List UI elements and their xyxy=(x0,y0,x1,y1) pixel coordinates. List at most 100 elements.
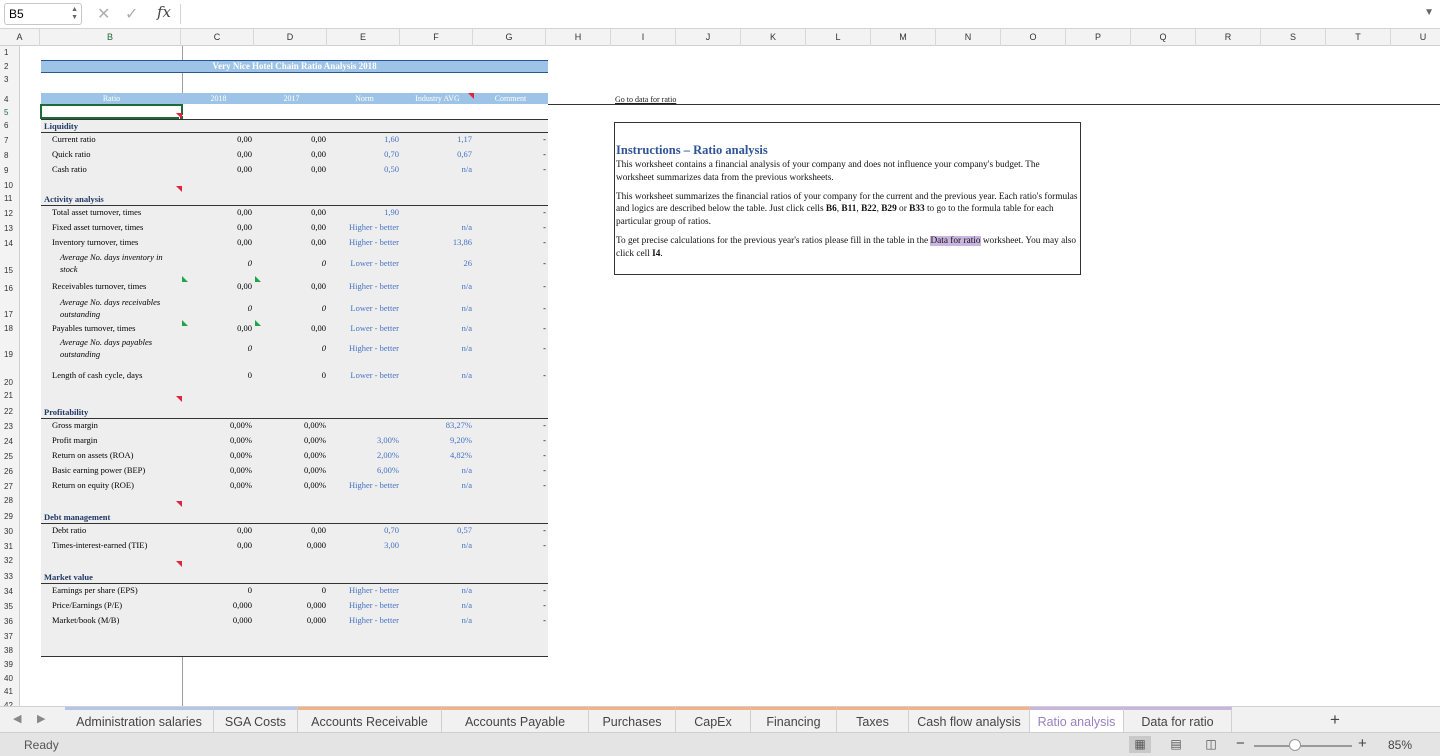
sheet-tab-financing[interactable]: Financing xyxy=(751,707,837,732)
column-header-m[interactable]: M xyxy=(871,29,936,46)
page-break-icon[interactable]: ◫ xyxy=(1200,736,1222,753)
zoom-slider-thumb[interactable] xyxy=(1289,739,1301,751)
row-header-17[interactable]: 17 xyxy=(0,310,19,319)
column-header-j[interactable]: J xyxy=(676,29,741,46)
row-header-4[interactable]: 4 xyxy=(0,95,19,104)
row-header-20[interactable]: 20 xyxy=(0,378,19,387)
row-header-7[interactable]: 7 xyxy=(0,136,19,145)
row-header-12[interactable]: 12 xyxy=(0,209,19,218)
row-header-14[interactable]: 14 xyxy=(0,239,19,248)
row-header-1[interactable]: 1 xyxy=(0,48,19,57)
sheet-tab-cash-flow-analysis[interactable]: Cash flow analysis xyxy=(909,707,1030,732)
row-header-18[interactable]: 18 xyxy=(0,324,19,333)
column-header-o[interactable]: O xyxy=(1001,29,1066,46)
sheet-tab-taxes[interactable]: Taxes xyxy=(837,707,909,732)
comment-marker[interactable] xyxy=(176,396,182,402)
row-header-5[interactable]: 5 xyxy=(0,108,19,117)
row-header-37[interactable]: 37 xyxy=(0,632,19,641)
column-header-r[interactable]: R xyxy=(1196,29,1261,46)
column-header-p[interactable]: P xyxy=(1066,29,1131,46)
row-header-32[interactable]: 32 xyxy=(0,556,19,565)
link-cell-b11[interactable]: B11 xyxy=(841,204,856,214)
row-header-6[interactable]: 6 xyxy=(0,121,19,130)
sheet-tab-accounts-receivable[interactable]: Accounts Receivable xyxy=(298,707,442,732)
column-header-c[interactable]: C xyxy=(181,29,254,46)
row-header-9[interactable]: 9 xyxy=(0,166,19,175)
link-cell-b33[interactable]: B33 xyxy=(909,204,925,214)
row-header-28[interactable]: 28 xyxy=(0,496,19,505)
row-header-23[interactable]: 23 xyxy=(0,422,19,431)
column-header-k[interactable]: K xyxy=(741,29,806,46)
column-header-q[interactable]: Q xyxy=(1131,29,1196,46)
row-header-19[interactable]: 19 xyxy=(0,350,19,359)
previous-sheet-icon[interactable]: ◀ xyxy=(13,712,21,725)
row-header-40[interactable]: 40 xyxy=(0,674,19,683)
selected-cell[interactable] xyxy=(40,104,183,119)
column-header-s[interactable]: S xyxy=(1261,29,1326,46)
column-header-d[interactable]: D xyxy=(254,29,327,46)
name-box[interactable]: B5 ▲ ▼ xyxy=(4,3,82,25)
row-header-22[interactable]: 22 xyxy=(0,407,19,416)
sheet-tab-sga-costs[interactable]: SGA Costs xyxy=(214,707,298,732)
row-header-29[interactable]: 29 xyxy=(0,512,19,521)
sheet-tab-data-for-ratio[interactable]: Data for ratio xyxy=(1124,707,1232,732)
error-indicator[interactable] xyxy=(255,320,261,326)
row-header-38[interactable]: 38 xyxy=(0,646,19,655)
row-header-2[interactable]: 2 xyxy=(0,62,19,71)
row-header-41[interactable]: 41 xyxy=(0,687,19,696)
column-header-e[interactable]: E xyxy=(327,29,400,46)
row-header-25[interactable]: 25 xyxy=(0,452,19,461)
row-header-3[interactable]: 3 xyxy=(0,75,19,84)
error-indicator[interactable] xyxy=(182,276,188,282)
row-header-15[interactable]: 15 xyxy=(0,266,19,275)
worksheet-grid[interactable]: Very Nice Hotel Chain Ratio Analysis 201… xyxy=(20,46,1440,706)
row-header-36[interactable]: 36 xyxy=(0,617,19,626)
row-header-21[interactable]: 21 xyxy=(0,391,19,400)
row-header-34[interactable]: 34 xyxy=(0,587,19,596)
check-icon[interactable]: ✓ xyxy=(125,4,138,24)
row-header-10[interactable]: 10 xyxy=(0,181,19,190)
zoom-out-icon[interactable]: − xyxy=(1236,735,1245,752)
plus-icon[interactable]: + xyxy=(1330,710,1340,730)
column-header-g[interactable]: G xyxy=(473,29,546,46)
data-for-ratio-link[interactable]: Data for ratio xyxy=(930,235,981,246)
row-header-8[interactable]: 8 xyxy=(0,151,19,160)
error-indicator[interactable] xyxy=(182,320,188,326)
link-cell-b22[interactable]: B22 xyxy=(861,204,877,214)
column-header-t[interactable]: T xyxy=(1326,29,1391,46)
zoom-slider[interactable] xyxy=(1254,745,1352,747)
row-header-27[interactable]: 27 xyxy=(0,482,19,491)
comment-marker[interactable] xyxy=(176,561,182,567)
row-header-30[interactable]: 30 xyxy=(0,527,19,536)
comment-marker[interactable] xyxy=(176,113,182,119)
page-layout-icon[interactable]: ▤ xyxy=(1165,736,1187,753)
sheet-tab-capex[interactable]: CapEx xyxy=(676,707,751,732)
column-header-i[interactable]: I xyxy=(611,29,676,46)
zoom-level[interactable]: 85% xyxy=(1388,738,1412,752)
cancel-icon[interactable]: ✕ xyxy=(97,4,110,24)
sheet-tab-administration-salaries[interactable]: Administration salaries xyxy=(65,707,214,732)
row-header-16[interactable]: 16 xyxy=(0,284,19,293)
column-header-u[interactable]: U xyxy=(1391,29,1440,46)
comment-marker[interactable] xyxy=(468,93,474,99)
error-indicator[interactable] xyxy=(255,276,261,282)
row-header-24[interactable]: 24 xyxy=(0,437,19,446)
comment-marker[interactable] xyxy=(176,501,182,507)
name-box-spinner-icon[interactable]: ▲ ▼ xyxy=(71,6,78,22)
sheet-tab-purchases[interactable]: Purchases xyxy=(589,707,676,732)
go-to-data-link[interactable]: Go to data for ratio xyxy=(615,95,676,104)
sheet-tab-accounts-payable[interactable]: Accounts Payable xyxy=(442,707,589,732)
column-header-f[interactable]: F xyxy=(400,29,473,46)
formula-input[interactable] xyxy=(188,6,1408,22)
sheet-tab-ratio-analysis[interactable]: Ratio analysis xyxy=(1030,707,1124,732)
row-header-13[interactable]: 13 xyxy=(0,224,19,233)
zoom-in-icon[interactable]: + xyxy=(1358,735,1367,752)
row-header-11[interactable]: 11 xyxy=(0,194,19,203)
column-header-l[interactable]: L xyxy=(806,29,871,46)
chevron-down-icon[interactable]: ▼ xyxy=(1424,7,1434,18)
link-cell-b6[interactable]: B6 xyxy=(826,204,837,214)
next-sheet-icon[interactable]: ▶ xyxy=(37,712,45,725)
row-header-35[interactable]: 35 xyxy=(0,602,19,611)
column-header-n[interactable]: N xyxy=(936,29,1001,46)
comment-marker[interactable] xyxy=(176,186,182,192)
